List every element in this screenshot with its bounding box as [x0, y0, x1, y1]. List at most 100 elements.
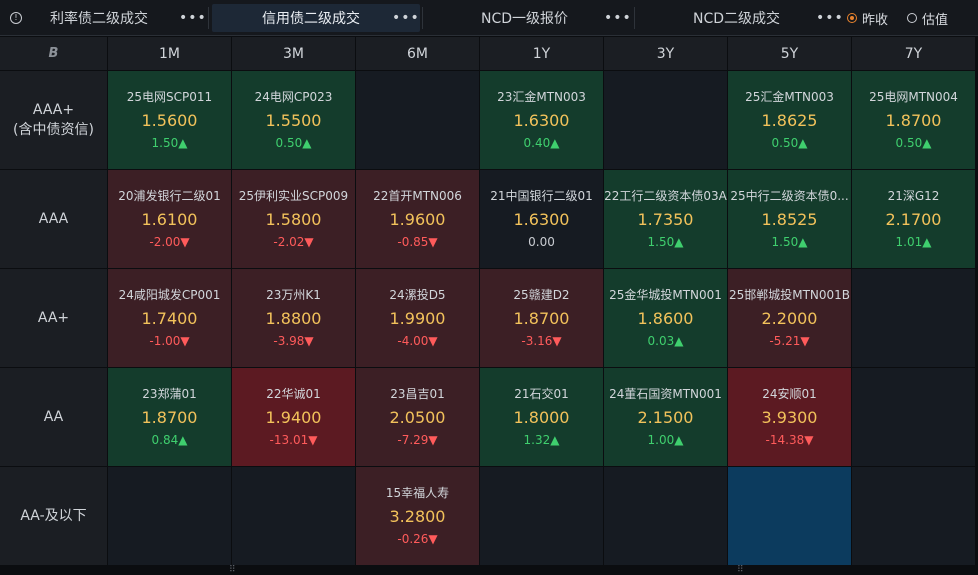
bond-cell[interactable]: 22工行二级资本债03A 1.7350 1.50▲ [604, 170, 727, 268]
bond-yield: 1.6100 [141, 210, 198, 229]
empty-cell [852, 467, 975, 565]
bond-cell[interactable]: 25赣建D2 1.8700 -3.16▼ [480, 269, 603, 367]
yield-change: 1.50▲ [151, 136, 188, 150]
yield-change: -1.00▼ [149, 334, 190, 348]
bond-name: 22工行二级资本债03A [604, 189, 727, 203]
bond-cell[interactable]: 25电网SCP011 1.5600 1.50▲ [108, 71, 231, 169]
more-options-icon[interactable]: ••• [392, 10, 420, 26]
radio-selected-icon[interactable] [847, 13, 857, 23]
bond-name: 25金华城投MTN001 [609, 288, 722, 302]
bond-cell[interactable]: 23郑蒲01 1.8700 0.84▲ [108, 368, 231, 466]
bond-yield: 1.8700 [513, 309, 570, 328]
radio-unselected-icon[interactable] [907, 13, 917, 23]
row-header-rating: AAA+ (含中债资信) [0, 71, 107, 169]
bond-cell[interactable]: 15幸福人寿 3.2800 -0.26▼ [356, 467, 479, 565]
info-icon[interactable]: ! [0, 0, 32, 36]
yield-change: 0.40▲ [523, 136, 560, 150]
bond-name: 23汇金MTN003 [497, 90, 586, 104]
tab-ncd-secondary[interactable]: NCD二级成交 ••• [636, 4, 844, 32]
bond-cell[interactable]: 24电网CP023 1.5500 0.50▲ [232, 71, 355, 169]
bond-yield: 1.9900 [389, 309, 446, 328]
bond-cell[interactable]: 25汇金MTN003 1.8625 0.50▲ [728, 71, 851, 169]
bond-name: 24安顺01 [762, 387, 817, 401]
resize-handle-icon[interactable]: ⠿ [229, 565, 237, 575]
yield-change: -0.26▼ [397, 532, 438, 546]
radio-label: 估值 [922, 12, 949, 28]
more-options-icon[interactable]: ••• [179, 10, 207, 26]
column-header[interactable]: 3Y [604, 37, 727, 70]
tab-label: NCD二级成交 [693, 11, 781, 27]
bond-name: 24漯投D5 [389, 288, 446, 302]
tab-divider [208, 7, 209, 29]
empty-cell [604, 71, 727, 169]
bond-cell[interactable]: 25金华城投MTN001 1.8600 0.03▲ [604, 269, 727, 367]
yield-change: -14.38▼ [765, 433, 814, 447]
bond-cell[interactable]: 24安顺01 3.9300 -14.38▼ [728, 368, 851, 466]
tab-divider [634, 7, 635, 29]
tab-credit-bond-secondary[interactable]: 信用债二级成交 ••• [212, 4, 420, 32]
bond-yield: 1.8700 [885, 111, 942, 130]
bond-yield: 2.0500 [389, 408, 446, 427]
bond-name: 20浦发银行二级01 [118, 189, 221, 203]
bond-cell[interactable]: 23昌吉01 2.0500 -7.29▼ [356, 368, 479, 466]
tab-label: 信用债二级成交 [262, 11, 360, 27]
bond-name: 23郑蒲01 [142, 387, 197, 401]
credit-matrix-grid: B 1M 3M 6M 1Y 3Y 5Y 7Y AAA+ (含中债资信) 25电网S… [0, 37, 975, 565]
bond-name: 25邯郸城投MTN001B [728, 288, 851, 302]
empty-cell [852, 368, 975, 466]
tab-label: 利率债二级成交 [50, 11, 148, 27]
bond-yield: 1.8000 [513, 408, 570, 427]
bond-cell[interactable]: 24漯投D5 1.9900 -4.00▼ [356, 269, 479, 367]
bond-cell[interactable]: 24董石国资MTN001 2.1500 1.00▲ [604, 368, 727, 466]
column-header[interactable]: 7Y [852, 37, 975, 70]
bond-name: 24电网CP023 [254, 90, 333, 104]
column-header[interactable]: 3M [232, 37, 355, 70]
bond-cell[interactable]: 21石交01 1.8000 1.32▲ [480, 368, 603, 466]
tab-divider [422, 7, 423, 29]
bond-name: 23昌吉01 [390, 387, 445, 401]
bond-yield: 1.8525 [761, 210, 818, 229]
yield-change: 1.01▲ [895, 235, 932, 249]
more-options-icon[interactable]: ••• [816, 10, 844, 26]
radio-prev-close[interactable]: 昨收 [847, 0, 888, 36]
bond-cell[interactable]: 22首开MTN006 1.9600 -0.85▼ [356, 170, 479, 268]
empty-cell [852, 269, 975, 367]
bond-cell[interactable]: 25中行二级资本债0... 1.8525 1.50▲ [728, 170, 851, 268]
bond-cell[interactable]: 22华诚01 1.9400 -13.01▼ [232, 368, 355, 466]
tab-ncd-primary-quote[interactable]: NCD一级报价 ••• [424, 4, 632, 32]
bond-name: 25伊利实业SCP009 [238, 189, 349, 203]
column-header[interactable]: 6M [356, 37, 479, 70]
radio-valuation[interactable]: 估值 [907, 0, 948, 36]
more-options-icon[interactable]: ••• [604, 10, 632, 26]
empty-cell [728, 467, 851, 565]
bond-name: 21中国银行二级01 [490, 189, 593, 203]
bond-cell[interactable]: 21深G12 2.1700 1.01▲ [852, 170, 975, 268]
bond-yield: 1.8700 [141, 408, 198, 427]
bond-cell[interactable]: 24咸阳城发CP001 1.7400 -1.00▼ [108, 269, 231, 367]
column-header[interactable]: 1M [108, 37, 231, 70]
bond-cell[interactable]: 23汇金MTN003 1.6300 0.40▲ [480, 71, 603, 169]
yield-change: -0.85▼ [397, 235, 438, 249]
column-header[interactable]: 1Y [480, 37, 603, 70]
yield-change: -2.02▼ [273, 235, 314, 249]
yield-change: 0.50▲ [895, 136, 932, 150]
bond-cell[interactable]: 25伊利实业SCP009 1.5800 -2.02▼ [232, 170, 355, 268]
bond-yield: 1.8600 [637, 309, 694, 328]
bond-name: 24董石国资MTN001 [609, 387, 722, 401]
empty-cell [356, 71, 479, 169]
bond-cell[interactable]: 20浦发银行二级01 1.6100 -2.00▼ [108, 170, 231, 268]
tab-rate-bond-secondary[interactable]: 利率债二级成交 ••• [36, 4, 210, 32]
bond-name: 22首开MTN006 [373, 189, 462, 203]
bond-name: 22华诚01 [266, 387, 321, 401]
bond-yield: 1.5600 [141, 111, 198, 130]
bond-yield: 3.2800 [389, 507, 446, 526]
resize-handle-icon[interactable]: ⠿ [737, 565, 745, 575]
column-header[interactable]: 5Y [728, 37, 851, 70]
bond-cell[interactable]: 21中国银行二级01 1.6300 0.00 [480, 170, 603, 268]
bond-cell[interactable]: 25邯郸城投MTN001B 2.2000 -5.21▼ [728, 269, 851, 367]
yield-change: 1.50▲ [647, 235, 684, 249]
yield-change: 0.84▲ [151, 433, 188, 447]
bond-cell[interactable]: 23万州K1 1.8800 -3.98▼ [232, 269, 355, 367]
bond-name: 25汇金MTN003 [745, 90, 834, 104]
bond-cell[interactable]: 25电网MTN004 1.8700 0.50▲ [852, 71, 975, 169]
